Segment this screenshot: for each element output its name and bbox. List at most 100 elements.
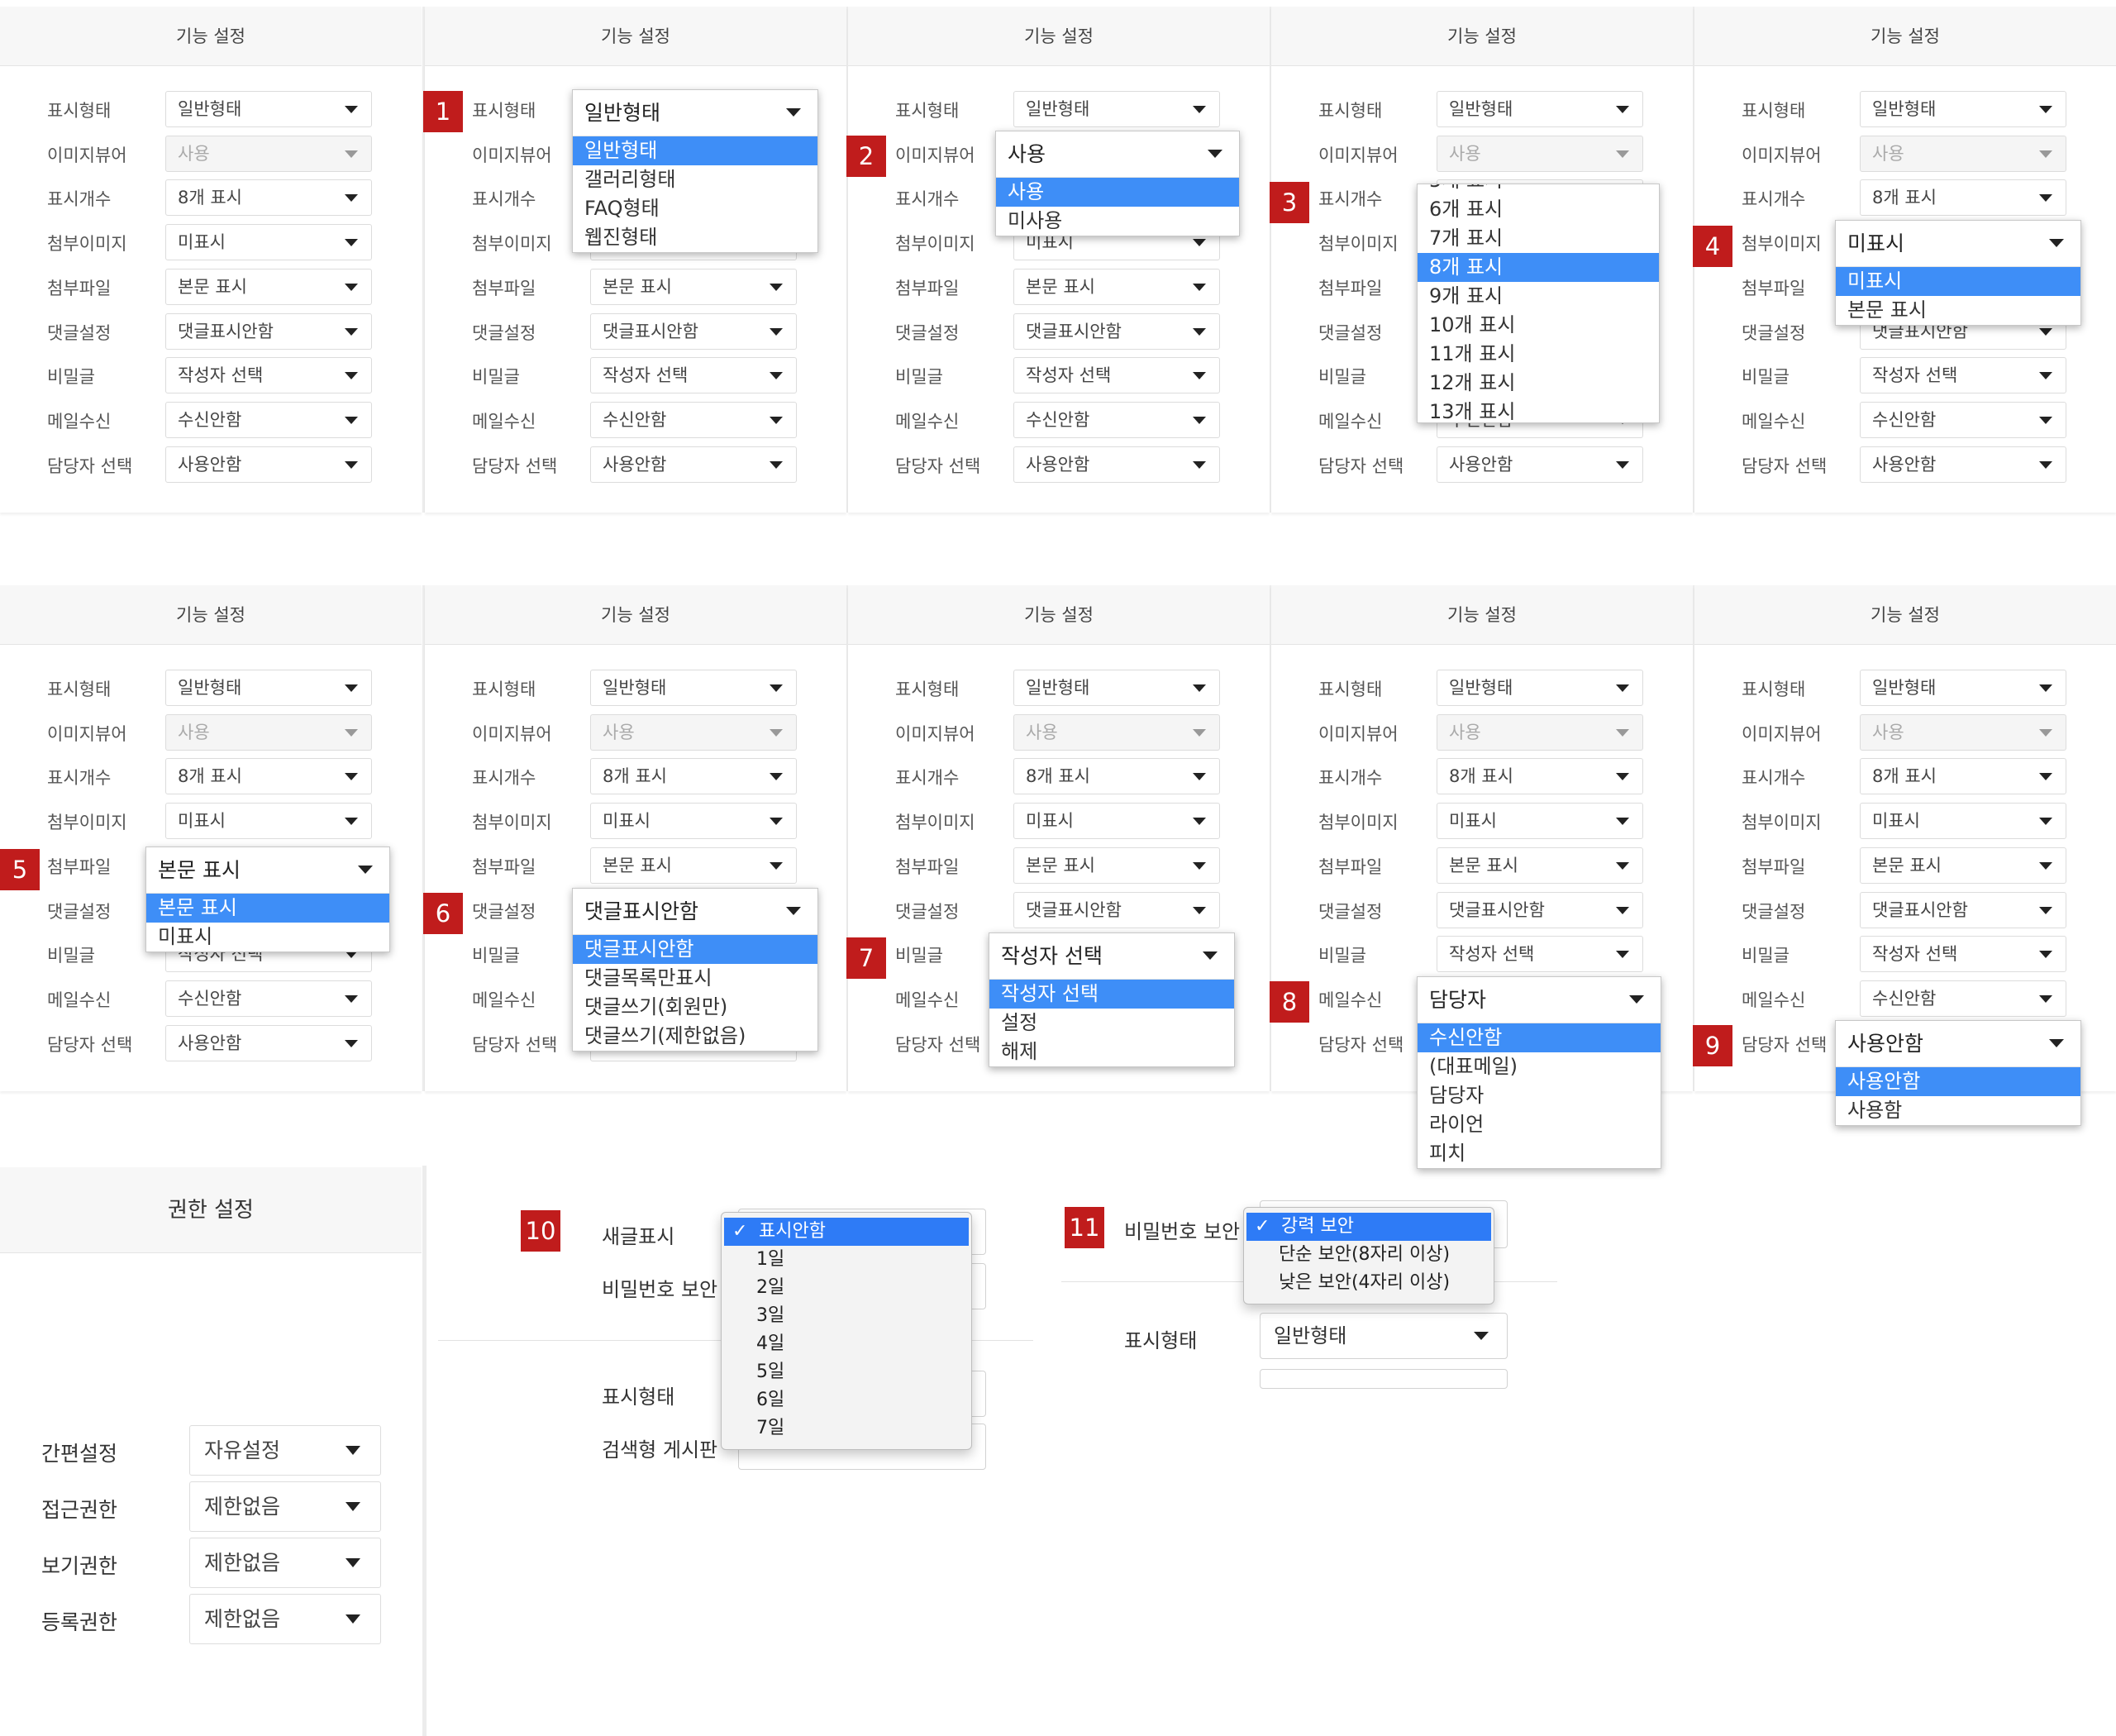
dropdown-option[interactable]: 댓글표시안함 (573, 935, 817, 964)
select-mail-receive[interactable]: 수신안함 (165, 401, 372, 438)
comment-setting-dropdown[interactable]: 댓글표시안함 댓글표시안함 댓글목록만표시 댓글쓰기(회원만) 댓글쓰기(제한없음) (572, 888, 818, 1052)
dropdown-option[interactable]: 본문 표시 (1836, 296, 2080, 325)
select-mail-receive[interactable]: 수신안함 (165, 980, 372, 1017)
display-count-dropdown[interactable]: 5개 표시6개 표시7개 표시8개 표시9개 표시10개 표시11개 표시12개… (1417, 184, 1660, 423)
select-display-count[interactable]: 8개 표시 (165, 179, 372, 217)
select-display-type[interactable]: 일반형태 (1860, 91, 2066, 127)
dropdown-selected[interactable]: 작성자 선택 (989, 933, 1234, 980)
display-type-dropdown[interactable]: 일반형태 일반형태 갤러리형태 FAQ형태 웹진형태 (572, 89, 818, 253)
select-manager-select[interactable]: 사용안함 (1013, 446, 1220, 483)
dropdown-selected[interactable]: 사용안함 (1836, 1021, 2080, 1067)
select-attach-image[interactable]: 미표시 (165, 224, 372, 261)
dropdown-option[interactable]: FAQ형태 (573, 194, 817, 223)
select-display-count[interactable]: 8개 표시 (165, 758, 372, 795)
select-manager-select[interactable]: 사용안함 (165, 1024, 372, 1061)
select-mail-receive[interactable]: 수신안함 (1013, 401, 1220, 438)
select-secret-post[interactable]: 작성자 선택 (1860, 936, 2066, 973)
dropdown-option[interactable]: 2일 (722, 1274, 971, 1302)
dropdown-selected[interactable]: 미표시 (1836, 221, 2080, 267)
select-comment-setting[interactable]: 댓글표시안함 (1013, 312, 1220, 350)
select-display-type[interactable]: 일반형태 (1437, 670, 1643, 706)
select-secret-post[interactable]: 작성자 선택 (165, 357, 372, 394)
select-display-count[interactable]: 8개 표시 (590, 758, 797, 795)
select-display-type[interactable]: 일반형태 (1013, 91, 1220, 127)
select-display-count[interactable]: 8개 표시 (1860, 758, 2066, 795)
dropdown-selected[interactable]: 사용 (996, 131, 1239, 178)
dropdown-option[interactable]: 3일 (722, 1302, 971, 1330)
dropdown-option[interactable]: 6개 표시 (1418, 195, 1659, 224)
dropdown-option[interactable]: ✓ 표시안함 (724, 1218, 969, 1246)
select-manager-select[interactable]: 사용안함 (165, 446, 372, 483)
select-secret-post[interactable]: 작성자 선택 (1860, 357, 2066, 394)
attach-file-dropdown[interactable]: 본문 표시 본문 표시 미표시 (145, 847, 390, 952)
permission-select[interactable]: 자유설정 (189, 1425, 381, 1476)
mail-receive-dropdown[interactable]: 담당자 수신안함 (대표메일) 담당자 라이언 피치 (1417, 976, 1661, 1169)
dropdown-option[interactable]: 12개 표시 (1418, 369, 1659, 398)
select-manager-select[interactable]: 사용안함 (590, 446, 797, 483)
dropdown-option[interactable]: 수신안함 (1418, 1023, 1661, 1052)
select-display-count[interactable]: 8개 표시 (1437, 758, 1643, 795)
select-display-type[interactable]: 일반형태 (590, 670, 797, 706)
dropdown-selected[interactable]: 담당자 (1418, 977, 1661, 1023)
select-attach-file[interactable]: 본문 표시 (1013, 268, 1220, 305)
dropdown-option[interactable]: 10개 표시 (1418, 311, 1659, 340)
select-display-type[interactable]: 일반형태 (1437, 91, 1643, 127)
select-attach-file[interactable]: 본문 표시 (590, 268, 797, 305)
select-mail-receive[interactable]: 수신안함 (590, 401, 797, 438)
dropdown-option[interactable]: 미표시 (1836, 267, 2080, 296)
select-attach-image[interactable]: 미표시 (1860, 803, 2066, 840)
select-secret-post[interactable]: 작성자 선택 (590, 357, 797, 394)
permission-select[interactable]: 제한없음 (189, 1594, 381, 1644)
dropdown-option[interactable]: 설정 (989, 1009, 1234, 1037)
new-post-dropdown[interactable]: ✓ 표시안함 1일 2일 3일 4일 5일 6일 7일 (721, 1212, 972, 1450)
image-viewer-dropdown[interactable]: 사용 사용 미사용 (995, 131, 1240, 236)
dropdown-option[interactable]: 피치 (1418, 1139, 1661, 1168)
select-manager-select[interactable]: 사용안함 (1860, 446, 2066, 483)
dropdown-option[interactable]: 단순 보안(8자리 이상) (1244, 1241, 1494, 1269)
dropdown-option[interactable]: 담당자 (1418, 1081, 1661, 1110)
select-display-type[interactable]: 일반형태 (1013, 670, 1220, 706)
select-display-type[interactable]: 일반형태 (1860, 670, 2066, 706)
secret-post-dropdown[interactable]: 작성자 선택 작성자 선택 설정 해제 (989, 932, 1235, 1067)
dropdown-option[interactable]: 11개 표시 (1418, 340, 1659, 369)
select-attach-image[interactable]: 미표시 (165, 803, 372, 840)
select-attach-image[interactable]: 미표시 (1013, 803, 1220, 840)
dropdown-option[interactable]: 5일 (722, 1358, 971, 1386)
dropdown-option[interactable]: 1일 (722, 1246, 971, 1274)
dropdown-option[interactable]: 갤러리형태 (573, 165, 817, 194)
attach-image-dropdown[interactable]: 미표시 미표시 본문 표시 (1835, 220, 2081, 326)
dropdown-option[interactable]: 낮은 보안(4자리 이상) (1244, 1269, 1494, 1297)
dropdown-option[interactable]: 작성자 선택 (989, 980, 1234, 1009)
password-security-dropdown[interactable]: ✓ 강력 보안 단순 보안(8자리 이상) 낮은 보안(4자리 이상) (1243, 1207, 1494, 1304)
select-mail-receive[interactable]: 수신안함 (1860, 401, 2066, 438)
dropdown-selected[interactable]: 일반형태 (573, 90, 817, 136)
dropdown-option[interactable]: (대표메일) (1418, 1052, 1661, 1081)
dropdown-option[interactable]: 웹진형태 (573, 223, 817, 252)
select-attach-file[interactable]: 본문 표시 (1860, 847, 2066, 884)
dropdown-option[interactable]: 댓글쓰기(제한없음) (573, 1022, 817, 1051)
select-comment-setting[interactable]: 댓글표시안함 (590, 312, 797, 350)
dropdown-option[interactable]: 일반형태 (573, 136, 817, 165)
dropdown-selected[interactable]: 댓글표시안함 (573, 889, 817, 935)
dropdown-option[interactable]: 댓글쓰기(회원만) (573, 993, 817, 1022)
permission-select[interactable]: 제한없음 (189, 1481, 381, 1532)
select-attach-file[interactable]: 본문 표시 (590, 847, 797, 884)
permission-select[interactable]: 제한없음 (189, 1538, 381, 1588)
select-attach-image[interactable]: 미표시 (590, 803, 797, 840)
select-manager-select[interactable]: 사용안함 (1437, 446, 1643, 483)
select-display-type[interactable]: 일반형태 (165, 670, 372, 706)
select-secret-post[interactable]: 작성자 선택 (1013, 357, 1220, 394)
dropdown-option[interactable]: 사용 (996, 178, 1239, 207)
select-attach-file[interactable]: 본문 표시 (1013, 847, 1220, 884)
select-secret-post[interactable]: 작성자 선택 (1437, 936, 1643, 973)
select-attach-image[interactable]: 미표시 (1437, 803, 1643, 840)
dropdown-option[interactable]: 댓글목록만표시 (573, 964, 817, 993)
select-attach-file[interactable]: 본문 표시 (1437, 847, 1643, 884)
select-comment-setting[interactable]: 댓글표시안함 (1437, 891, 1643, 928)
dropdown-selected[interactable]: 본문 표시 (146, 847, 389, 894)
select-display-type[interactable]: 일반형태 (165, 91, 372, 127)
dropdown-option[interactable]: 9개 표시 (1418, 282, 1659, 311)
dropdown-option[interactable]: 6일 (722, 1386, 971, 1414)
dropdown-option[interactable]: 미표시 (146, 923, 389, 951)
select-mail-receive[interactable]: 수신안함 (1860, 980, 2066, 1017)
